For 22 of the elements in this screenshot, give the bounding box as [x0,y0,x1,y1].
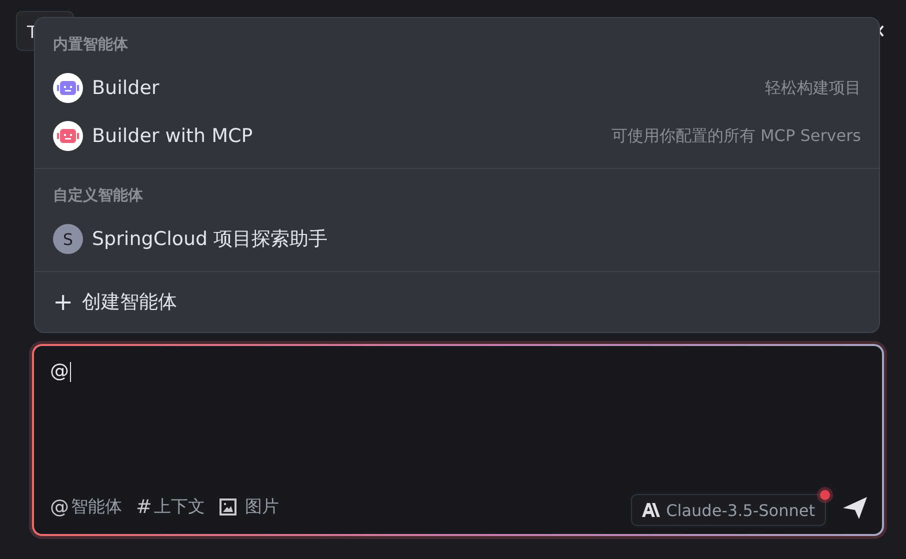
agent-name: Builder with MCP [92,125,254,147]
agent-item[interactable]: S SpringCloud 项目探索助手 [47,215,867,263]
create-agent-item[interactable]: + 创建智能体 [35,272,879,332]
composer-tool-button[interactable]: @智能体 [50,495,122,518]
create-agent-label: 创建智能体 [82,290,178,315]
agent-name: SpringCloud 项目探索助手 [92,227,329,252]
composer-tool-button[interactable]: #上下文 [136,495,205,518]
composer-tool-button[interactable]: 图片 [218,495,279,518]
image-icon [218,498,237,516]
model-logo-icon [642,503,660,517]
agent-description: 轻松构建项目 [765,78,861,98]
section-heading: 自定义智能体 [53,186,144,205]
agent-name: Builder [92,77,160,99]
plus-icon: + [53,290,74,314]
agent-item[interactable]: Builder 轻松构建项目 [47,64,867,112]
message-input-field[interactable]: @ [50,360,866,460]
model-selector-button[interactable]: Claude-3.5-Sonnet [631,494,826,526]
section-heading: 内置智能体 [53,35,129,54]
agent-avatar: S [53,224,83,254]
send-icon[interactable] [842,496,868,520]
agent-item[interactable]: Builder with MCP 可使用你配置的所有 MCP Servers [47,112,867,160]
agent-description: 可使用你配置的所有 MCP Servers [611,126,861,146]
